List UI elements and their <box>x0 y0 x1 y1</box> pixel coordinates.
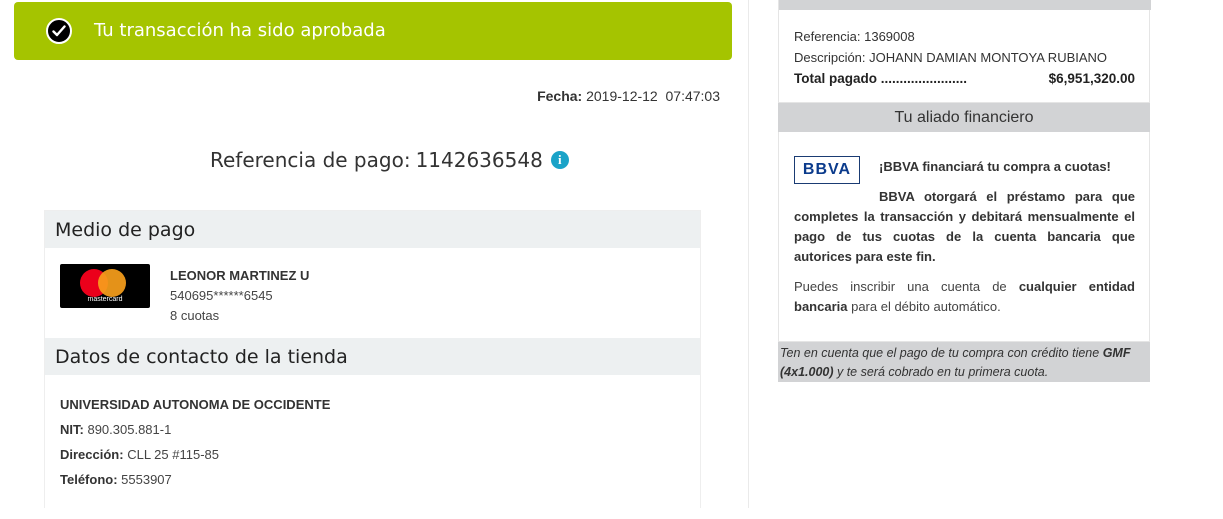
store-contact-info: UNIVERSIDAD AUTONOMA DE OCCIDENTE NIT: 8… <box>45 375 700 519</box>
payment-method-header: Medio de pago <box>45 211 700 248</box>
installments: 8 cuotas <box>170 308 220 323</box>
store-phone: Teléfono: 5553907 <box>60 472 172 487</box>
financial-partner-header: Tu aliado financiero <box>778 103 1150 132</box>
card-number: 540695******6545 <box>170 288 273 303</box>
sidebar: Referencia: 1369008 Descripción: JOHANN … <box>778 0 1151 508</box>
payment-method-row: mastercard LEONOR MARTINEZ U 540695*****… <box>45 248 700 338</box>
store-name: UNIVERSIDAD AUTONOMA DE OCCIDENTE <box>60 397 331 412</box>
payment-reference-value: 1142636548 <box>415 148 543 172</box>
gmf-note: Ten en cuenta que el pago de tu compra c… <box>778 342 1150 382</box>
store-address: Dirección: CLL 25 #115-85 <box>60 447 219 462</box>
payment-reference: Referencia de pago: 1142636548 i <box>210 148 569 172</box>
info-icon[interactable]: i <box>550 151 569 169</box>
transaction-date: Fecha: 2019-12-12 07:47:03 <box>537 88 720 104</box>
payment-method-info: LEONOR MARTINEZ U 540695******6545 8 cuo… <box>170 266 309 326</box>
main-panel: Tu transacción ha sido aprobada Fecha: 2… <box>0 0 749 508</box>
bbva-headline: ¡BBVA financiará tu compra a cuotas! <box>879 159 1111 174</box>
summary-header-strip <box>779 0 1151 10</box>
bbva-auto-debit-note: Puedes inscribir una cuenta de cualquier… <box>794 279 1135 314</box>
summary-total: Total pagado ....................... $6,… <box>794 71 1135 86</box>
total-value: $6,951,320.00 <box>1048 71 1135 86</box>
approved-banner: Tu transacción ha sido aprobada <box>14 2 732 60</box>
store-nit: NIT: 890.305.881-1 <box>60 422 172 437</box>
financial-partner-body: BBVA ¡BBVA financiará tu compra a cuotas… <box>778 132 1150 342</box>
summary-reference: Referencia: 1369008 <box>794 29 915 44</box>
bbva-description: BBVA otorgará el préstamo para que compl… <box>794 189 1135 264</box>
card-holder: LEONOR MARTINEZ U <box>170 268 310 283</box>
summary-description: Descripción: JOHANN DAMIAN MONTOYA RUBIA… <box>794 50 1108 65</box>
date-label: Fecha: <box>537 88 583 104</box>
mastercard-logo: mastercard <box>60 264 150 308</box>
mastercard-wordmark: mastercard <box>87 296 123 303</box>
total-label: Total pagado ....................... <box>794 71 968 86</box>
checkmark-icon <box>46 18 72 44</box>
date-value: 2019-12-12 07:47:03 <box>586 88 720 104</box>
approved-message: Tu transacción ha sido aprobada <box>94 20 386 41</box>
purchase-summary: Referencia: 1369008 Descripción: JOHANN … <box>778 0 1151 103</box>
store-contact-header: Datos de contacto de la tienda <box>45 338 700 375</box>
payment-details-card: Medio de pago mastercard LEONOR MARTINEZ… <box>44 210 701 508</box>
payment-reference-label: Referencia de pago: <box>210 148 411 172</box>
bbva-logo: BBVA <box>794 156 860 184</box>
